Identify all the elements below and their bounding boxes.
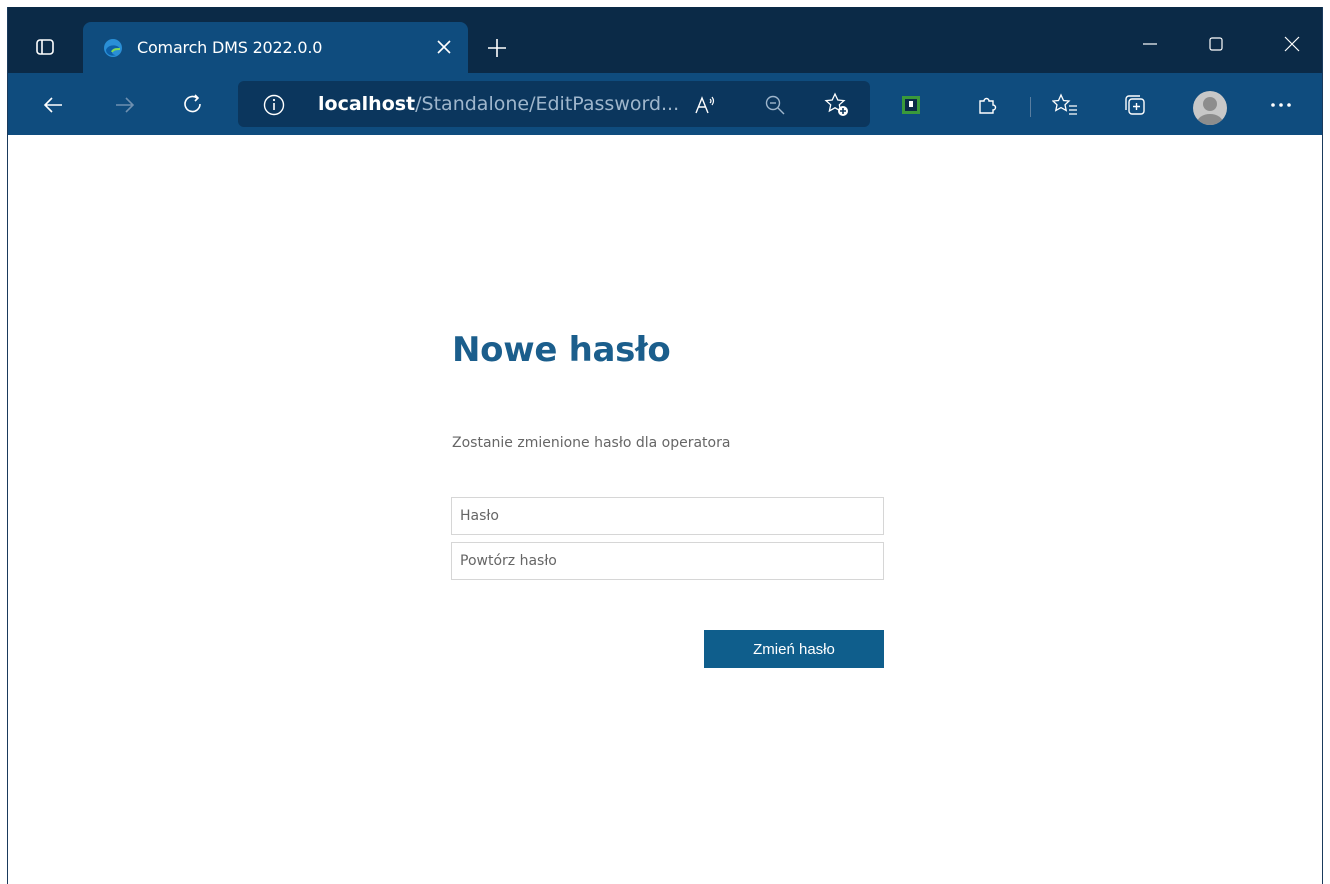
tab-active[interactable]: Comarch DMS 2022.0.0 <box>83 22 468 73</box>
repeat-password-input[interactable] <box>451 542 884 580</box>
close-icon[interactable] <box>434 37 454 57</box>
page-subtitle: Zostanie zmienione hasło dla operatora <box>452 435 731 451</box>
puzzle-icon[interactable] <box>970 88 1004 122</box>
read-aloud-icon[interactable] <box>692 92 718 118</box>
minimize-icon[interactable] <box>1130 29 1170 59</box>
url-text[interactable]: localhost/Standalone/EditPassword... <box>318 93 679 115</box>
url-path: /Standalone/EditPassword... <box>415 93 680 115</box>
edge-favicon <box>103 38 123 58</box>
info-icon[interactable] <box>262 93 286 117</box>
favorites-icon[interactable] <box>1048 88 1082 122</box>
change-password-button[interactable]: Zmień hasło <box>704 630 884 668</box>
back-icon[interactable] <box>36 88 70 122</box>
maximize-icon[interactable] <box>1196 29 1236 59</box>
add-favorite-icon[interactable] <box>824 92 850 118</box>
profile-icon[interactable] <box>1193 91 1227 125</box>
tab-title: Comarch DMS 2022.0.0 <box>137 38 323 57</box>
password-input[interactable] <box>451 497 884 535</box>
page-content: Nowe hasło Zostanie zmienione hasło dla … <box>8 135 1322 884</box>
browser-window: Comarch DMS 2022.0.0 localhost/Standalon… <box>7 7 1323 884</box>
plus-icon[interactable] <box>482 33 512 63</box>
zoom-out-icon[interactable] <box>762 92 788 118</box>
forward-icon[interactable] <box>108 88 142 122</box>
tab-actions-icon[interactable] <box>30 32 60 62</box>
more-icon[interactable] <box>1264 88 1298 122</box>
address-bar[interactable]: localhost/Standalone/EditPassword... <box>238 81 870 127</box>
tab-strip: Comarch DMS 2022.0.0 <box>8 7 1322 73</box>
url-host: localhost <box>318 93 416 115</box>
extension-icon[interactable] <box>894 88 928 122</box>
close-window-icon[interactable] <box>1272 29 1312 59</box>
page-title: Nowe hasło <box>452 330 671 370</box>
toolbar-separator <box>1030 97 1031 117</box>
collections-icon[interactable] <box>1118 88 1152 122</box>
browser-toolbar: localhost/Standalone/EditPassword... <box>8 73 1322 135</box>
refresh-icon[interactable] <box>176 88 210 122</box>
